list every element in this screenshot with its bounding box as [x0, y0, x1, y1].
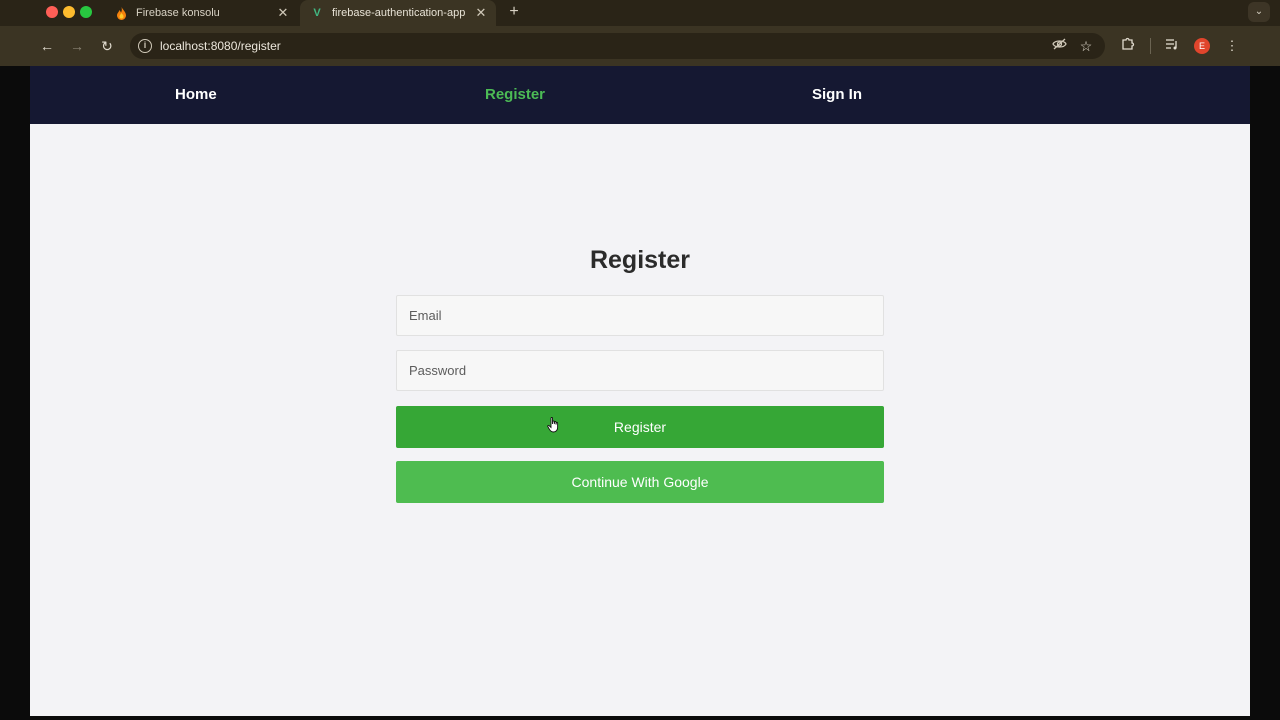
- kebab-menu-icon[interactable]: ⋮: [1222, 36, 1242, 56]
- firebase-flame-icon: [114, 6, 128, 20]
- tab-bar: Firebase konsolu ✕ V firebase-authentica…: [0, 0, 1280, 26]
- tab-title: Firebase konsolu: [136, 7, 220, 19]
- reload-button[interactable]: ↻: [97, 36, 117, 56]
- browser-toolbar: ← → ↻ i localhost:8080/register ☆ E ⋮: [0, 26, 1280, 66]
- extensions-puzzle-icon[interactable]: [1118, 36, 1138, 56]
- address-url[interactable]: localhost:8080/register: [160, 39, 281, 53]
- app-navbar: Home Register Sign In: [30, 66, 1250, 124]
- tab-search-button[interactable]: ⌄: [1248, 2, 1270, 22]
- media-queue-icon[interactable]: [1162, 36, 1182, 56]
- nav-link-register[interactable]: Register: [485, 86, 545, 103]
- toolbar-divider: [1150, 38, 1151, 54]
- close-tab-icon[interactable]: ✕: [274, 5, 292, 21]
- web-page: Home Register Sign In Register Register …: [30, 66, 1250, 716]
- maximize-window-button[interactable]: [80, 6, 92, 18]
- close-window-button[interactable]: [46, 6, 58, 18]
- bookmark-star-icon[interactable]: ☆: [1077, 37, 1095, 55]
- browser-window: Firebase konsolu ✕ V firebase-authentica…: [0, 0, 1280, 720]
- continue-with-google-button[interactable]: Continue With Google: [396, 461, 884, 503]
- eye-slash-icon[interactable]: [1050, 37, 1068, 55]
- profile-avatar[interactable]: E: [1194, 38, 1210, 54]
- new-tab-button[interactable]: +: [504, 2, 524, 22]
- hand-pointer-cursor-icon: [547, 417, 561, 433]
- page-title: Register: [589, 246, 691, 274]
- forward-button[interactable]: →: [67, 36, 87, 56]
- register-button[interactable]: Register: [396, 406, 884, 448]
- site-info-icon[interactable]: i: [138, 39, 152, 53]
- close-tab-icon[interactable]: ✕: [472, 5, 490, 21]
- nav-link-sign-in[interactable]: Sign In: [812, 86, 862, 103]
- tab-firebase-authentication-app[interactable]: V firebase-authentication-app ✕: [300, 0, 496, 26]
- tab-firebase-console[interactable]: Firebase konsolu ✕: [106, 0, 298, 26]
- email-input[interactable]: [396, 295, 884, 336]
- address-bar[interactable]: i localhost:8080/register ☆: [130, 33, 1105, 59]
- vue-logo-icon: V: [313, 7, 321, 19]
- minimize-window-button[interactable]: [63, 6, 75, 18]
- nav-link-home[interactable]: Home: [175, 86, 217, 103]
- back-button[interactable]: ←: [37, 36, 57, 56]
- tab-title: firebase-authentication-app: [332, 7, 466, 19]
- password-input[interactable]: [396, 350, 884, 391]
